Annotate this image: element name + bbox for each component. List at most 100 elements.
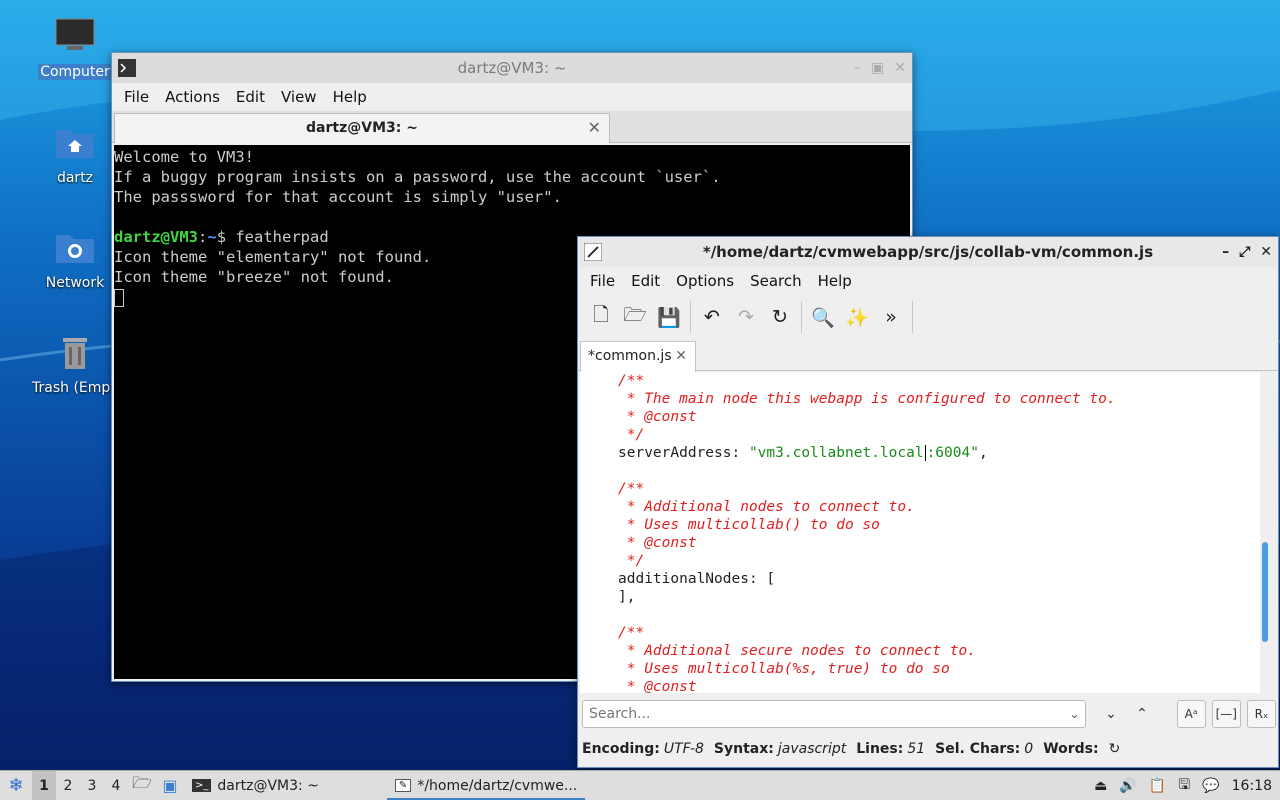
maximize-icon[interactable]: ⤢ <box>1239 244 1250 260</box>
desktop-icon-label: Computer <box>38 64 112 80</box>
code-key: serverAddress: <box>618 445 749 461</box>
menu-help[interactable]: Help <box>325 88 375 106</box>
regex-icon[interactable]: Rₓ <box>1246 700 1276 728</box>
terminal-tab[interactable]: dartz@VM3: ~ ✕ <box>114 113 610 143</box>
eject-icon[interactable]: ⏏ <box>1094 778 1107 794</box>
menu-options[interactable]: Options <box>668 272 742 290</box>
code-line: * @const <box>618 409 697 425</box>
desktop-icon-trash[interactable]: Trash (Empty) <box>30 332 120 396</box>
minimize-icon[interactable]: – <box>1222 244 1229 260</box>
computer-icon <box>55 18 95 50</box>
network-status-icon[interactable]: 🖫 <box>1178 774 1190 798</box>
tab-label: dartz@VM3: ~ <box>306 120 418 136</box>
menu-view[interactable]: View <box>273 88 325 106</box>
selchars-value: 0 <box>1024 741 1034 757</box>
code-line: serverAddress: "vm3.collabnet.local:6004… <box>580 444 1260 462</box>
code-line: /** <box>618 481 645 497</box>
editor-scrollbar[interactable] <box>1260 382 1270 682</box>
code-line: * @const <box>618 679 697 693</box>
redo-icon[interactable]: ↷ <box>729 300 763 334</box>
desktop-icon-label: Network <box>45 275 105 291</box>
desktop-icon-computer[interactable]: Computer <box>30 16 120 80</box>
code-editor[interactable]: /** * The main node this webapp is confi… <box>580 372 1260 693</box>
start-menu-icon[interactable]: ❄ <box>0 775 32 796</box>
workspace-3[interactable]: 3 <box>80 778 104 794</box>
refresh-icon[interactable]: ↻ <box>1109 741 1121 757</box>
menu-help[interactable]: Help <box>810 272 860 290</box>
search-placeholder: Search... <box>589 706 651 722</box>
file-manager-launcher-icon[interactable]: 🗁 <box>128 772 156 799</box>
close-icon[interactable]: ✕ <box>1260 244 1272 260</box>
encoding-label: Encoding: <box>582 741 660 757</box>
find-icon[interactable]: 🔍 <box>806 300 840 334</box>
new-file-icon[interactable]: 🗋 <box>584 300 618 334</box>
code-line: * Uses multicollab(%s, true) to do so <box>618 661 950 677</box>
tab-close-icon[interactable]: ✕ <box>588 114 601 142</box>
maximize-icon[interactable]: ▣ <box>871 60 884 76</box>
menu-actions[interactable]: Actions <box>157 88 228 106</box>
syntax-label: Syntax: <box>713 741 774 757</box>
featherpad-titlebar[interactable]: */home/dartz/cvmwebapp/src/js/collab-vm/… <box>578 237 1278 267</box>
terminal-titlebar[interactable]: dartz@VM3: ~ – ▣ ✕ <box>112 53 912 83</box>
code-line: * The main node this webapp is configure… <box>618 391 1116 407</box>
tab-close-icon[interactable]: ✕ <box>675 342 687 371</box>
task-terminal[interactable]: >_ dartz@VM3: ~ <box>184 771 327 800</box>
featherpad-task-icon: ✎ <box>394 779 412 792</box>
file-tab[interactable]: *common.js ✕ <box>580 341 696 372</box>
search-input[interactable]: Search... ⌄ <box>582 700 1087 728</box>
desktop-icon-network[interactable]: Network <box>30 227 120 291</box>
code-line: additionalNodes: [ <box>618 571 776 587</box>
show-desktop-icon[interactable]: ▣ <box>156 776 184 795</box>
prompt-path: ~ <box>207 228 217 246</box>
code-line: */ <box>618 553 645 569</box>
clipboard-icon[interactable]: 📋 <box>1149 778 1166 794</box>
find-next-icon[interactable]: ⌄ <box>1096 700 1125 728</box>
menu-file[interactable]: File <box>582 272 623 290</box>
workspace-4[interactable]: 4 <box>104 778 128 794</box>
menu-edit[interactable]: Edit <box>228 88 273 106</box>
lines-label: Lines: <box>856 741 904 757</box>
undo-icon[interactable]: ↶ <box>695 300 729 334</box>
workspace-1[interactable]: 1 <box>32 770 56 800</box>
volume-icon[interactable]: 🔊 <box>1119 778 1136 794</box>
scrollbar-thumb[interactable] <box>1262 542 1268 642</box>
menu-file[interactable]: File <box>116 88 157 106</box>
menu-edit[interactable]: Edit <box>623 272 668 290</box>
code-punct: , <box>978 445 988 461</box>
lines-value: 51 <box>907 741 926 757</box>
close-icon[interactable]: ✕ <box>894 60 906 76</box>
task-label: dartz@VM3: ~ <box>217 777 319 794</box>
update-notifier-icon[interactable]: 💬 <box>1202 778 1219 794</box>
chevron-down-icon[interactable]: ⌄ <box>1069 701 1079 727</box>
replace-icon[interactable]: ✨ <box>840 300 874 334</box>
terminal-line: Welcome to VM3! <box>114 148 254 166</box>
find-previous-icon[interactable]: ⌃ <box>1127 700 1156 728</box>
code-line: /** <box>618 373 645 389</box>
go-to-line-icon[interactable]: » <box>874 300 908 334</box>
network-folder-icon <box>56 235 94 263</box>
code-line: * @const <box>618 535 697 551</box>
save-icon[interactable]: 💾 <box>652 300 686 334</box>
whole-word-icon[interactable]: [—] <box>1211 700 1241 728</box>
match-case-icon[interactable]: Aᵃ <box>1176 700 1206 728</box>
terminal-cursor <box>114 288 124 307</box>
task-label: */home/dartz/cvmwe... <box>417 777 578 794</box>
workspace-2[interactable]: 2 <box>56 778 80 794</box>
toolbar-separator <box>912 301 913 333</box>
menu-search[interactable]: Search <box>742 272 810 290</box>
featherpad-window[interactable]: */home/dartz/cvmwebapp/src/js/collab-vm/… <box>577 236 1279 768</box>
open-folder-icon[interactable]: 🗁 <box>618 300 652 334</box>
selchars-label: Sel. Chars: <box>935 741 1021 757</box>
minimize-icon[interactable]: – <box>854 60 861 76</box>
task-featherpad[interactable]: ✎ */home/dartz/cvmwe... <box>386 771 586 800</box>
reload-icon[interactable]: ↻ <box>763 300 797 334</box>
desktop-icon-home[interactable]: dartz <box>30 122 120 186</box>
terminal-menubar: File Actions Edit View Help <box>112 83 912 111</box>
clock[interactable]: 16:18 <box>1232 778 1272 794</box>
featherpad-toolbar: 🗋 🗁 💾 ↶ ↷ ↻ 🔍 ✨ » <box>578 295 1278 339</box>
syntax-value: javascript <box>777 741 847 757</box>
home-folder-icon <box>56 130 94 158</box>
prompt-command: $ featherpad <box>216 228 329 246</box>
